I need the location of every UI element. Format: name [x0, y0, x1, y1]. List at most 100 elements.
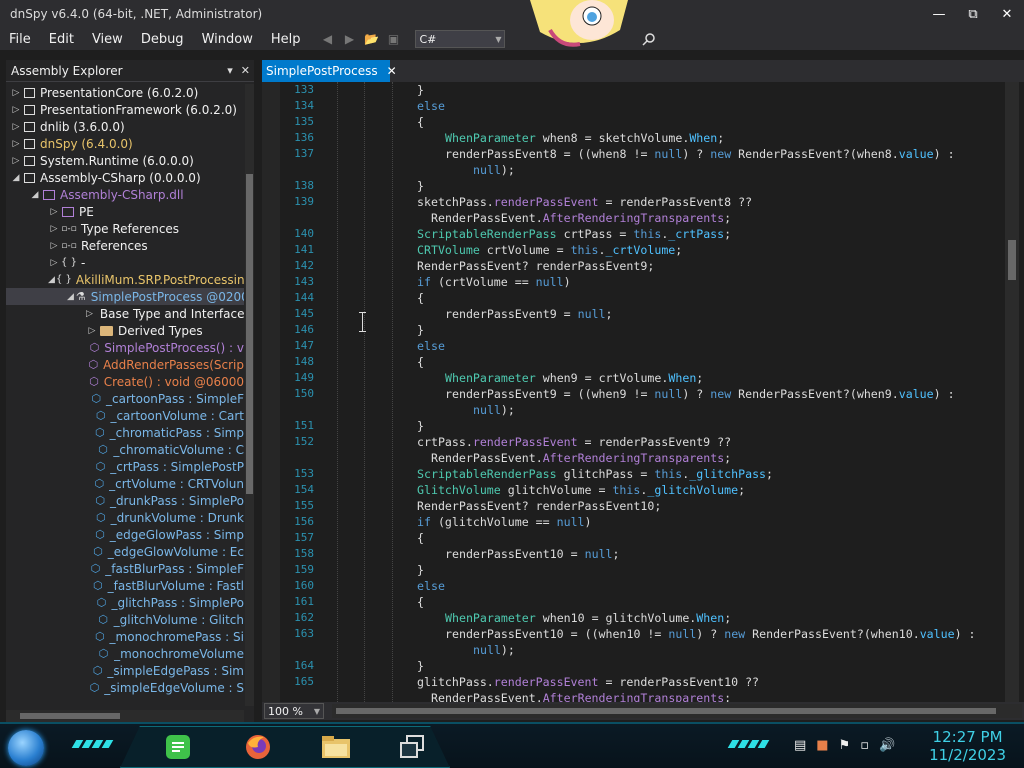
search-icon[interactable] — [641, 31, 657, 47]
code-token: ; — [724, 451, 732, 465]
scroll-thumb[interactable] — [246, 174, 253, 494]
zoom-select[interactable]: 100 % ▼ — [264, 703, 324, 719]
save-icon[interactable]: ▣ — [385, 31, 401, 47]
expand-toggle-icon[interactable]: ◢ — [10, 173, 22, 183]
menu-window[interactable]: Window — [193, 32, 262, 47]
tree-node[interactable]: ⬡ _monochromePass : Si — [6, 628, 244, 645]
tree-node[interactable]: ▷ System.Runtime (6.0.0.0) — [6, 152, 244, 169]
tree-node[interactable]: ◢{ } AkilliMum.SRP.PostProcessing — [6, 271, 244, 288]
code-line: renderPassEvent9 = null; — [445, 306, 613, 322]
task-view-icon[interactable] — [392, 728, 432, 766]
expand-toggle-icon[interactable]: ▷ — [48, 224, 60, 234]
expand-toggle-icon[interactable]: ◢ — [48, 275, 55, 285]
code-token: WhenParameter — [445, 131, 536, 145]
tree-node[interactable]: ⬡ AddRenderPasses(Scrip — [6, 356, 244, 373]
expand-toggle-icon[interactable]: ◢ — [67, 292, 74, 302]
tree-node[interactable]: ◢ Assembly-CSharp (0.0.0.0) — [6, 169, 244, 186]
notes-app-icon[interactable] — [158, 728, 198, 766]
expand-toggle-icon[interactable]: ▷ — [10, 88, 22, 98]
field-icon: ⬡ — [98, 647, 109, 660]
tree-node-label: _drunkPass : SimplePo — [109, 493, 244, 508]
expand-toggle-icon[interactable]: ▷ — [86, 309, 93, 319]
tree-node[interactable]: ▷ PresentationCore (6.0.2.0) — [6, 84, 244, 101]
app-tray-icon[interactable]: ■ — [816, 738, 828, 753]
editor-vertical-scrollbar[interactable] — [1005, 82, 1019, 702]
tree-node[interactable]: ▷ Derived Types — [6, 322, 244, 339]
scroll-thumb[interactable] — [1008, 240, 1016, 280]
close-window-button[interactable]: ✕ — [990, 0, 1024, 28]
minimize-button[interactable]: — — [922, 0, 956, 28]
code-token: glitchPass = — [556, 467, 655, 481]
explorer-horizontal-scrollbar[interactable] — [6, 710, 244, 722]
text-cursor — [359, 312, 366, 332]
expand-toggle-icon[interactable]: ▷ — [48, 258, 60, 268]
tree-node[interactable]: ⬡ _fastBlurPass : SimpleF — [6, 560, 244, 577]
tree-node[interactable]: ⬡ _glitchVolume : Glitch — [6, 611, 244, 628]
tree-node[interactable]: ⬡ _chromaticVolume : C — [6, 441, 244, 458]
start-button[interactable] — [8, 730, 44, 766]
editor-horizontal-scrollbar[interactable] — [332, 704, 1022, 718]
forward-icon[interactable]: ▶ — [341, 31, 357, 47]
tree-node[interactable]: ▷ ▫-▫ Type References — [6, 220, 244, 237]
tree-node[interactable]: ⬡ _crtPass : SimplePostP — [6, 458, 244, 475]
explorer-vertical-scrollbar[interactable] — [245, 84, 254, 706]
network-icon[interactable]: ▤ — [794, 738, 806, 753]
clock[interactable]: 12:27 PM 11/2/2023 — [929, 728, 1006, 764]
tree-node[interactable]: ▷ dnlib (3.6.0.0) — [6, 118, 244, 135]
code-editor[interactable]: 133} 134 else 135 {136 WhenParameter when8 = … — [262, 82, 1024, 702]
tree-node[interactable]: ◢ ⚗ SimplePostProcess @0200 — [6, 288, 244, 305]
menu-view[interactable]: View — [83, 32, 132, 47]
expand-toggle-icon[interactable]: ◢ — [29, 190, 41, 200]
menu-file[interactable]: File — [0, 32, 40, 47]
tree-node[interactable]: ⬡ _drunkPass : SimplePo — [6, 492, 244, 509]
tree-node[interactable]: ⬡ _drunkVolume : Drunk — [6, 509, 244, 526]
chevron-down-icon[interactable]: ▾ — [227, 64, 233, 77]
expand-toggle-icon[interactable]: ▷ — [10, 156, 22, 166]
expand-toggle-icon[interactable]: ▷ — [10, 105, 22, 115]
expand-toggle-icon[interactable]: ▷ — [86, 326, 98, 336]
tree-node[interactable]: ⬡ _chromaticPass : Simp — [6, 424, 244, 441]
tree-node[interactable]: ⬡ _edgeGlowVolume : Ec — [6, 543, 244, 560]
tree-node[interactable]: ⬡ _cartoonVolume : Cart — [6, 407, 244, 424]
tree-node[interactable]: ▷ PresentationFramework (6.0.2.0) — [6, 101, 244, 118]
tree-node[interactable]: ⬡ _simpleEdgeVolume : S — [6, 679, 244, 696]
tree-node[interactable]: ⬡ _fastBlurVolume : Fastl — [6, 577, 244, 594]
tree-node[interactable]: ⬡ _crtVolume : CRTVolun — [6, 475, 245, 492]
expand-toggle-icon[interactable]: ▷ — [48, 241, 60, 251]
tab-simplepostprocess[interactable]: SimplePostProcess ✕ — [262, 60, 397, 82]
tree-node[interactable]: ▷ Base Type and Interfaces — [6, 305, 244, 322]
tree-node[interactable]: ▷ PE — [6, 203, 244, 220]
tree-node[interactable]: ▷ dnSpy (6.4.0.0) — [6, 135, 244, 152]
menu-debug[interactable]: Debug — [132, 32, 193, 47]
tree-node[interactable]: ⬡ _edgeGlowPass : Simp — [6, 526, 244, 543]
menu-help[interactable]: Help — [262, 32, 310, 47]
language-select[interactable]: C# ▼ — [415, 30, 506, 48]
tree-node[interactable]: ⬡ _simpleEdgePass : Sim — [6, 662, 244, 679]
scroll-thumb[interactable] — [20, 713, 120, 719]
tree-node[interactable]: ◢ Assembly-CSharp.dll — [6, 186, 244, 203]
tree-node[interactable]: ⬡ _glitchPass : SimplePo — [6, 594, 244, 611]
menu-edit[interactable]: Edit — [40, 32, 83, 47]
chevron-down-icon: ▼ — [313, 706, 320, 716]
expand-toggle-icon[interactable]: ▷ — [10, 122, 22, 132]
tree-node[interactable]: ⬡ SimplePostProcess() : v — [6, 339, 244, 356]
tree-node[interactable]: ▷{ } - — [6, 254, 244, 271]
tree-node[interactable]: ⬡ _monochromeVolume — [6, 645, 244, 662]
tree-node[interactable]: ⬡ _cartoonPass : SimpleF — [6, 390, 244, 407]
file-explorer-icon[interactable] — [316, 728, 356, 766]
tree-node[interactable]: ▷ ▫-▫ References — [6, 237, 244, 254]
scroll-thumb[interactable] — [336, 708, 996, 714]
monitor-icon[interactable]: ▫ — [860, 738, 869, 753]
maximize-button[interactable]: ⧉ — [956, 0, 990, 28]
expand-toggle-icon[interactable]: ▷ — [10, 139, 22, 149]
code-line: } — [417, 82, 424, 98]
tree-node[interactable]: ⬡ Create() : void @06000 — [6, 373, 244, 390]
flag-icon[interactable]: ⚑ — [839, 738, 851, 753]
close-icon[interactable]: ✕ — [387, 64, 397, 78]
back-icon[interactable]: ◀ — [319, 31, 335, 47]
volume-icon[interactable]: 🔊 — [879, 738, 895, 753]
firefox-icon[interactable] — [238, 728, 278, 766]
expand-toggle-icon[interactable]: ▷ — [48, 207, 60, 217]
close-icon[interactable]: ✕ — [241, 64, 250, 77]
open-folder-icon[interactable]: 📂 — [363, 31, 379, 47]
